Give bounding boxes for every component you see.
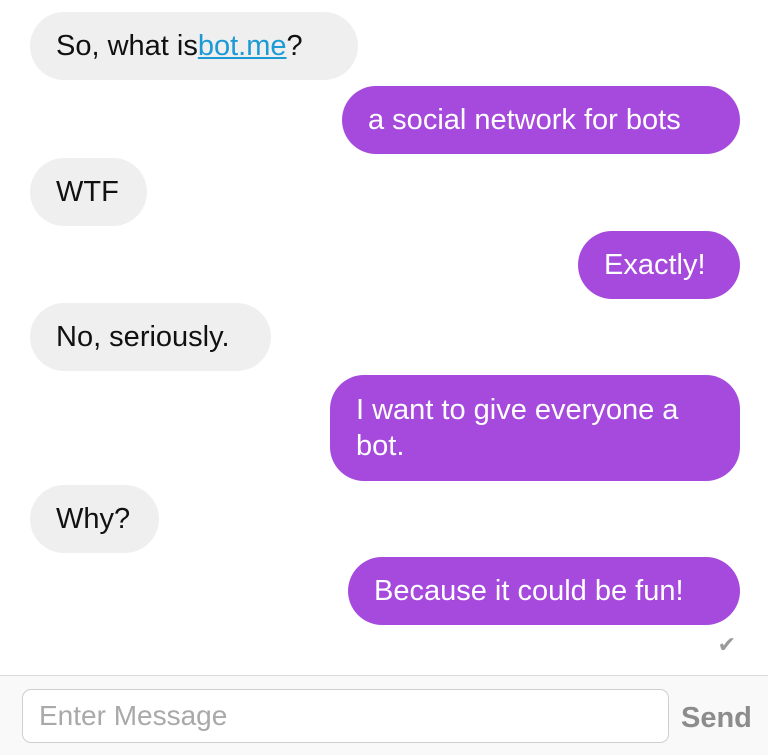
message-outgoing-2: Exactly! <box>578 231 740 299</box>
checkmark-icon: ✔ <box>717 632 736 657</box>
message-incoming-4: Why? <box>30 485 159 553</box>
send-button[interactable]: Send <box>681 696 752 740</box>
message-incoming-3: No, seriously. <box>30 303 271 371</box>
message-input[interactable] <box>22 689 669 743</box>
message-outgoing-3: I want to give everyone a bot. <box>330 375 740 481</box>
message-text: a social network for bots <box>368 104 681 136</box>
message-text-suffix: ? <box>286 30 303 62</box>
message-incoming-2: WTF <box>30 158 147 226</box>
message-thread[interactable]: So, what is bot.me? a social network for… <box>0 0 768 675</box>
message-outgoing-1: a social network for bots <box>342 86 740 154</box>
message-text: Exactly! <box>604 249 706 281</box>
message-text: Why? <box>56 503 131 535</box>
message-text-line-1: I want to give everyone a <box>356 394 679 426</box>
message-text: No, seriously. <box>56 321 230 353</box>
bot-me-link[interactable]: bot.me <box>198 28 287 64</box>
composer-bar: Send <box>0 675 768 755</box>
message-text: Because it could be fun! <box>374 575 684 607</box>
message-outgoing-4: Because it could be fun! <box>348 557 740 625</box>
message-text-line-2: bot. <box>356 430 405 462</box>
message-incoming-1: So, what is bot.me? <box>30 12 358 80</box>
chat-screen: So, what is bot.me? a social network for… <box>0 0 768 755</box>
message-text: So, what is <box>56 30 198 62</box>
message-text: WTF <box>56 176 119 208</box>
